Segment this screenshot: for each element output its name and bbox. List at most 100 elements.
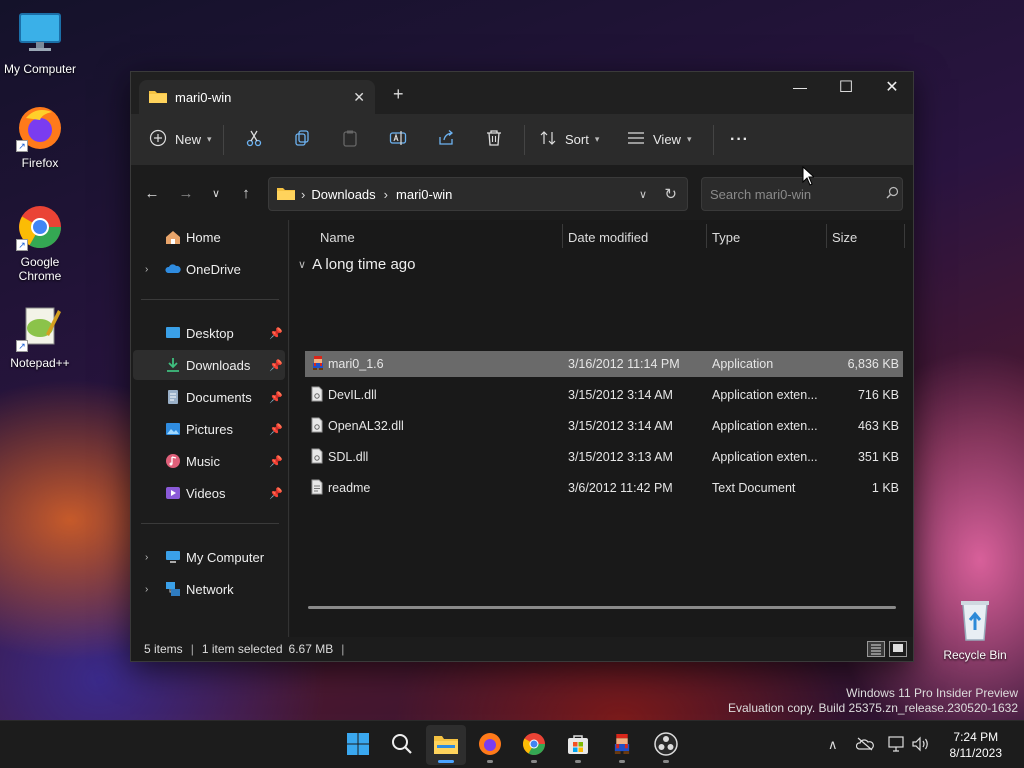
desktop-icon-notepadpp[interactable]: ↗ Notepad++: [0, 304, 80, 370]
pin-icon: 📌: [269, 423, 283, 436]
cut-button[interactable]: [230, 124, 278, 156]
sidebar-item-desktop[interactable]: Desktop 📌: [133, 318, 285, 348]
file-row-devil[interactable]: DevIL.dll 3/15/2012 3:14 AM Application …: [305, 382, 903, 408]
sidebar-item-videos[interactable]: Videos 📌: [133, 478, 285, 508]
column-header-name[interactable]: Name: [320, 220, 355, 254]
clock-date: 8/11/2023: [949, 746, 1003, 760]
details-view-button[interactable]: [867, 641, 885, 657]
chevron-right-icon[interactable]: ›: [145, 552, 148, 563]
file-size: 716 KB: [857, 388, 899, 402]
breadcrumb-separator: ›: [301, 186, 306, 202]
folder-icon: [277, 186, 295, 203]
search-input[interactable]: [710, 186, 886, 202]
arrow-left-icon: ←: [144, 184, 160, 202]
sidebar-item-network[interactable]: › Network: [133, 574, 285, 604]
chevron-right-icon[interactable]: ›: [145, 584, 148, 595]
chevron-down-icon: ∨: [211, 187, 221, 200]
minimize-button[interactable]: —: [777, 72, 823, 102]
volume-icon[interactable]: [911, 736, 930, 755]
file-explorer-taskbar-button[interactable]: [426, 725, 466, 765]
running-indicator: [663, 760, 669, 763]
recent-locations-button[interactable]: ∨: [201, 187, 231, 200]
mari0-taskbar-button[interactable]: [602, 725, 642, 765]
file-row-readme[interactable]: readme 3/6/2012 11:42 PM Text Document 1…: [305, 475, 903, 501]
divider: [713, 124, 714, 155]
sidebar-item-documents[interactable]: Documents 📌: [133, 382, 285, 412]
desktop-icon-recycle-bin[interactable]: Recycle Bin: [935, 596, 1015, 662]
file-row-mari0[interactable]: mari0_1.6 3/16/2012 11:14 PM Application…: [305, 351, 903, 377]
sidebar-item-music[interactable]: Music 📌: [133, 446, 285, 476]
horizontal-scrollbar[interactable]: [308, 606, 896, 609]
file-row-sdl[interactable]: SDL.dll 3/15/2012 3:13 AM Application ex…: [305, 444, 903, 470]
close-button[interactable]: ✕: [869, 72, 915, 102]
view-button[interactable]: View ▾: [627, 124, 707, 156]
column-header-date[interactable]: Date modified: [568, 220, 648, 254]
divider: [524, 124, 525, 155]
more-options-button[interactable]: ···: [730, 124, 749, 156]
column-divider: [826, 224, 827, 248]
chevron-up-icon[interactable]: ∧: [828, 737, 838, 753]
sidebar-item-label: Pictures: [186, 421, 233, 437]
sidebar-item-label: Videos: [186, 485, 226, 501]
chevron-down-icon: ▾: [594, 134, 600, 144]
group-header[interactable]: ∨ A long time ago: [298, 256, 415, 273]
sidebar-item-my-computer[interactable]: › My Computer: [133, 542, 285, 572]
cloud-offline-icon[interactable]: [855, 737, 874, 754]
search-taskbar-button[interactable]: [382, 725, 422, 765]
dll-file-icon: [311, 386, 323, 405]
sidebar-item-label: OneDrive: [186, 261, 241, 277]
breadcrumb-downloads[interactable]: Downloads: [311, 187, 375, 202]
clock-time: 7:24 PM: [953, 730, 999, 744]
new-tab-button[interactable]: +: [393, 84, 404, 105]
desktop-icon-firefox[interactable]: ↗ Firefox: [0, 104, 80, 170]
forward-button[interactable]: →: [171, 185, 201, 202]
up-button[interactable]: ↑: [231, 185, 261, 202]
search-icon: [391, 733, 413, 758]
refresh-icon[interactable]: ↻: [664, 185, 677, 203]
share-button[interactable]: [422, 124, 470, 156]
search-icon[interactable]: [886, 186, 899, 202]
breadcrumb-mari0-win[interactable]: mari0-win: [396, 187, 452, 202]
desktop-icon-my-computer[interactable]: My Computer: [0, 10, 80, 76]
sort-button[interactable]: Sort ▾: [539, 124, 617, 156]
maximize-button[interactable]: ☐: [823, 72, 869, 102]
sidebar-item-label: Network: [186, 581, 234, 597]
store-taskbar-button[interactable]: [558, 725, 598, 765]
tab-close-icon[interactable]: ✕: [353, 89, 365, 106]
column-header-type[interactable]: Type: [712, 220, 740, 254]
shortcut-arrow-icon: ↗: [16, 140, 28, 152]
sidebar-item-pictures[interactable]: Pictures 📌: [133, 414, 285, 444]
arrow-up-icon: ↑: [242, 184, 250, 202]
paste-button[interactable]: [326, 124, 374, 156]
chrome-taskbar-button[interactable]: [514, 725, 554, 765]
firefox-taskbar-button[interactable]: [470, 725, 510, 765]
desktop-icon-chrome[interactable]: ↗ Google Chrome: [0, 203, 80, 283]
start-button[interactable]: [338, 725, 378, 765]
clock[interactable]: 7:24 PM 8/11/2023: [950, 729, 1003, 761]
tab-mari0-win[interactable]: mari0-win ✕: [139, 80, 375, 114]
file-name: DevIL.dll: [328, 388, 377, 402]
obs-taskbar-button[interactable]: [646, 725, 686, 765]
file-size: 351 KB: [857, 450, 899, 464]
back-button[interactable]: ←: [137, 185, 167, 202]
tiles-view-button[interactable]: [889, 641, 907, 657]
chevron-right-icon[interactable]: ›: [145, 264, 148, 275]
column-header-size[interactable]: Size: [832, 220, 857, 254]
rename-button[interactable]: [374, 124, 422, 156]
delete-button[interactable]: [470, 124, 518, 156]
sidebar-item-onedrive[interactable]: › OneDrive: [133, 254, 285, 284]
new-button[interactable]: New ▾: [149, 124, 217, 156]
copy-button[interactable]: [278, 124, 326, 156]
address-bar[interactable]: › Downloads › mari0-win ∨ ↻: [268, 177, 688, 211]
network-status-icon[interactable]: [887, 735, 906, 755]
download-icon: [165, 357, 181, 373]
notepadpp-icon: ↗: [16, 304, 64, 352]
sidebar-item-home[interactable]: Home: [133, 222, 285, 252]
sidebar-item-label: Downloads: [186, 357, 251, 373]
videos-icon: [165, 485, 181, 501]
address-dropdown-icon[interactable]: ∨: [639, 188, 647, 201]
dll-file-icon: [311, 417, 323, 436]
file-row-openal32[interactable]: OpenAL32.dll 3/15/2012 3:14 AM Applicati…: [305, 413, 903, 439]
firefox-icon: ↗: [16, 104, 64, 152]
sidebar-item-downloads[interactable]: Downloads 📌: [133, 350, 285, 380]
